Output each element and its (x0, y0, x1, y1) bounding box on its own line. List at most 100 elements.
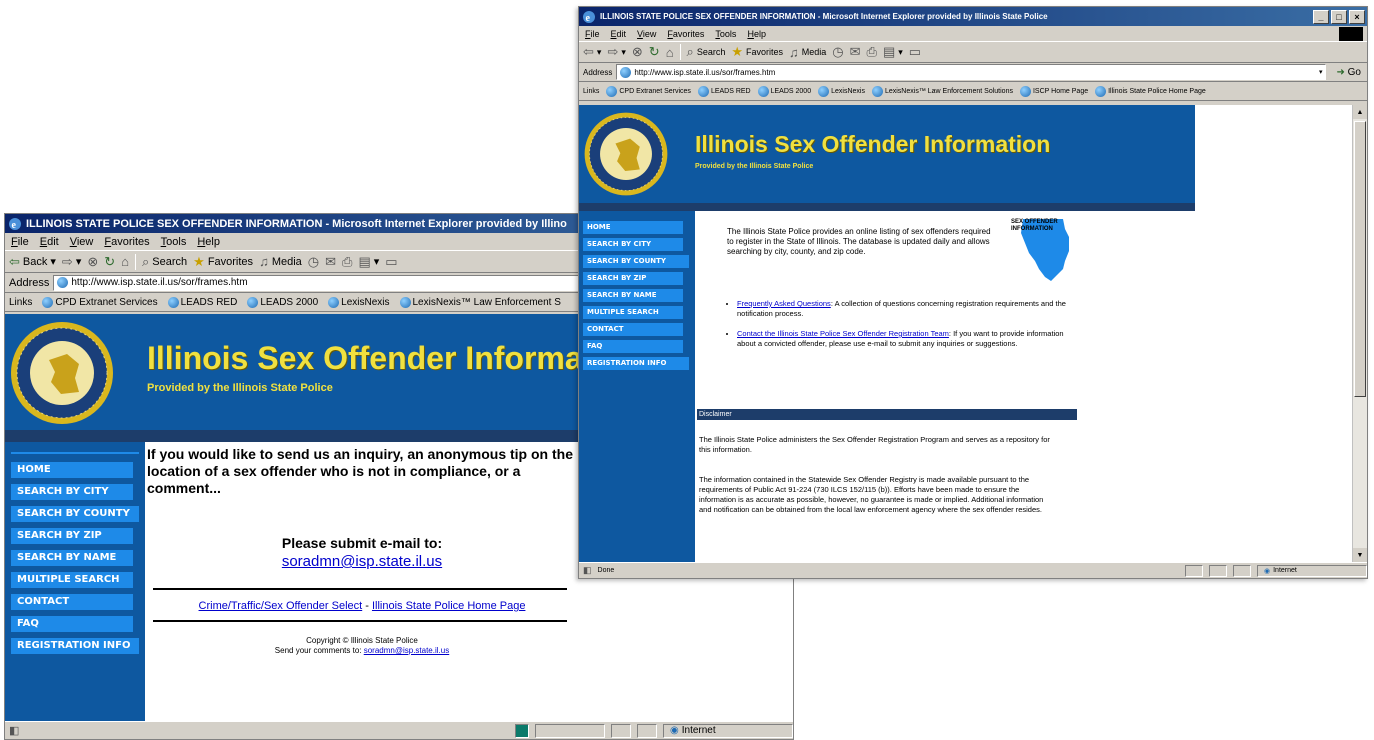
nav-search-by-county[interactable]: SEARCH BY COUNTY (11, 506, 139, 522)
link-leads-red[interactable]: LEADS RED (167, 296, 237, 308)
forward-arrow-icon: ⇨ (607, 44, 619, 59)
submit-label: Please submit e-mail to: (281, 535, 443, 551)
link-lexisnexis-law[interactable]: LexisNexis™ Law Enforcement S (399, 296, 561, 308)
scroll-up-arrow-icon[interactable]: ▲ (1353, 105, 1367, 119)
nav-search-by-zip[interactable]: SEARCH BY ZIP (11, 528, 133, 544)
vertical-scrollbar[interactable]: ▲ ▼ (1352, 105, 1367, 562)
edit-button[interactable]: ▤ ▾ (358, 254, 379, 270)
address-dropdown-icon[interactable]: ▾ (1319, 68, 1326, 76)
title-bar[interactable]: e ILLINOIS STATE POLICE SEX OFFENDER INF… (579, 7, 1367, 26)
favorites-button[interactable]: ★ Favorites (193, 254, 253, 270)
footer-rule-top (153, 588, 567, 590)
nav-search-by-city[interactable]: SEARCH BY CITY (583, 238, 683, 251)
nav-registration-info[interactable]: REGISTRATION INFO (11, 638, 139, 654)
links-bar: Links CPD Extranet Services LEADS RED LE… (579, 82, 1367, 101)
home-icon: ⌂ (665, 44, 674, 60)
menu-edit[interactable]: Edit (40, 236, 59, 248)
menu-tools[interactable]: Tools (715, 29, 736, 39)
print-button[interactable]: ⎙ (342, 254, 352, 270)
menu-edit[interactable]: Edit (611, 29, 627, 39)
history-button[interactable]: ◷ (308, 254, 319, 270)
map-label: SEX OFFENDER INFORMATION (1011, 219, 1058, 232)
minimize-button[interactable]: _ (1313, 9, 1329, 24)
mail-button[interactable]: ✉ (325, 254, 336, 270)
progress-cell (515, 723, 529, 738)
media-button[interactable]: ♫ Media (789, 45, 826, 60)
print-button[interactable]: ⎙ (867, 44, 877, 60)
maximize-button[interactable]: □ (1331, 9, 1347, 24)
menu-bar: File Edit View Favorites Tools Help (579, 26, 1367, 42)
close-button[interactable]: × (1349, 9, 1365, 24)
stop-button[interactable]: ⊗ (87, 254, 98, 270)
menu-view[interactable]: View (70, 236, 94, 248)
link-cpd-extranet[interactable]: CPD Extranet Services (606, 85, 691, 97)
messenger-button[interactable]: ▭ (385, 254, 397, 270)
search-button[interactable]: ⌕ Search (687, 44, 726, 60)
mail-button[interactable]: ✉ (850, 44, 861, 60)
link-iscp-home[interactable]: ISCP Home Page (1019, 85, 1088, 97)
nav-multiple-search[interactable]: MULTIPLE SEARCH (583, 306, 683, 319)
media-button[interactable]: ♫ Media (259, 254, 302, 269)
nav-search-by-name[interactable]: SEARCH BY NAME (583, 289, 683, 302)
menu-help[interactable]: Help (747, 29, 766, 39)
nav-home[interactable]: HOME (11, 462, 133, 478)
menu-view[interactable]: View (637, 29, 656, 39)
back-button[interactable]: ⇦ ▾ (583, 44, 601, 60)
nav-search-by-city[interactable]: SEARCH BY CITY (11, 484, 133, 500)
main-content: If you would like to send us an inquiry,… (147, 446, 577, 655)
scroll-down-arrow-icon[interactable]: ▼ (1353, 548, 1367, 562)
link-leads-2000[interactable]: LEADS 2000 (757, 85, 811, 97)
forward-button[interactable]: ⇨ ▾ (62, 254, 81, 270)
menu-help[interactable]: Help (197, 236, 220, 248)
faq-link[interactable]: Frequently Asked Questions (737, 299, 831, 308)
stop-button[interactable]: ⊗ (632, 44, 643, 60)
address-input[interactable]: http://www.isp.state.il.us/sor/frames.ht… (616, 64, 1327, 80)
home-button[interactable]: ⌂ (121, 254, 129, 269)
crime-traffic-link[interactable]: Crime/Traffic/Sex Offender Select (199, 600, 363, 612)
nav-faq[interactable]: FAQ (11, 616, 133, 632)
refresh-button[interactable]: ↻ (104, 254, 115, 270)
nav-registration-info[interactable]: REGISTRATION INFO (583, 357, 689, 370)
nav-contact[interactable]: CONTACT (11, 594, 133, 610)
mail-icon: ✉ (849, 44, 861, 59)
link-lexisnexis-law[interactable]: LexisNexis™ Law Enforcement Solutions (871, 85, 1013, 97)
contact-team-link[interactable]: Contact the Illinois State Police Sex Of… (737, 329, 949, 338)
link-leads-2000[interactable]: LEADS 2000 (247, 296, 318, 308)
menu-file[interactable]: File (585, 29, 600, 39)
forward-button[interactable]: ⇨ ▾ (607, 44, 625, 60)
home-button[interactable]: ⌂ (666, 45, 674, 60)
nav-search-by-name[interactable]: SEARCH BY NAME (11, 550, 133, 566)
edit-icon: ▤ (358, 253, 371, 269)
toolbar: ⇦ ▾ ⇨ ▾ ⊗ ↻ ⌂ ⌕ Search ★ Favorites ♫ Media … (579, 42, 1367, 63)
nav-search-by-zip[interactable]: SEARCH BY ZIP (583, 272, 683, 285)
go-button[interactable]: ➜ Go (1330, 67, 1367, 78)
comments-email-link[interactable]: soradmn@isp.state.il.us (364, 646, 450, 655)
link-isp-home[interactable]: Illinois State Police Home Page (1095, 85, 1206, 97)
scroll-thumb[interactable] (1354, 121, 1366, 397)
menu-file[interactable]: File (11, 236, 29, 248)
menu-favorites[interactable]: Favorites (667, 29, 704, 39)
nav-contact[interactable]: CONTACT (583, 323, 683, 336)
back-button[interactable]: ⇦ Back ▾ (9, 254, 56, 270)
search-button[interactable]: ⌕ Search (142, 254, 187, 270)
favorites-button[interactable]: ★ Favorites (731, 44, 783, 60)
refresh-button[interactable]: ↻ (649, 44, 660, 60)
nav-faq[interactable]: FAQ (583, 340, 683, 353)
nav-multiple-search[interactable]: MULTIPLE SEARCH (11, 572, 133, 588)
isp-home-link[interactable]: Illinois State Police Home Page (372, 600, 525, 612)
history-button[interactable]: ◷ (832, 44, 843, 60)
menu-favorites[interactable]: Favorites (104, 236, 149, 248)
link-lexisnexis[interactable]: LexisNexis (328, 296, 390, 308)
email-link[interactable]: soradmn@isp.state.il.us (282, 553, 442, 570)
link-lexisnexis[interactable]: LexisNexis (818, 85, 865, 97)
link-cpd-extranet[interactable]: CPD Extranet Services (42, 296, 158, 308)
messenger-button[interactable]: ▭ (909, 44, 921, 60)
search-icon: ⌕ (686, 44, 694, 59)
nav-search-by-county[interactable]: SEARCH BY COUNTY (583, 255, 689, 268)
nav-home[interactable]: HOME (583, 221, 683, 234)
edit-button[interactable]: ▤ ▾ (883, 44, 903, 60)
front-browser-window[interactable]: e ILLINOIS STATE POLICE SEX OFFENDER INF… (578, 6, 1368, 579)
menu-tools[interactable]: Tools (161, 236, 187, 248)
window-controls: _ □ × (1313, 9, 1367, 24)
link-leads-red[interactable]: LEADS RED (697, 85, 751, 97)
